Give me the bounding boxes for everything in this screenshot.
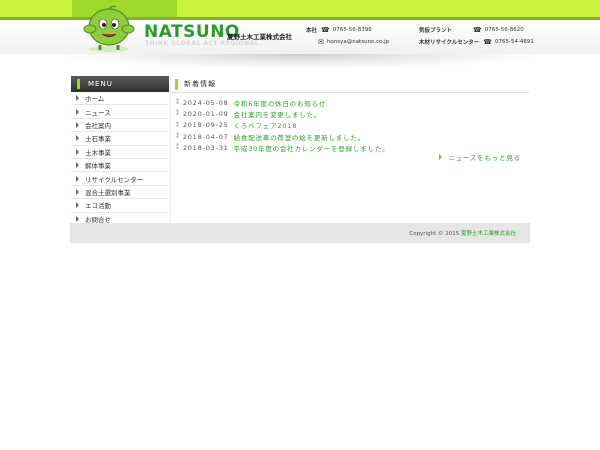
sidebar-item-label: エコ活動 [85, 202, 111, 211]
news-heading-marker [175, 78, 178, 90]
logo-tagline: THINK GLOBAL ACT REGIONAL [145, 40, 260, 47]
mail-icon: ✉ [318, 38, 324, 46]
arrow-right-icon [76, 162, 79, 169]
sidebar-item-recycle-center[interactable]: リサイクルセンター [71, 172, 169, 186]
contact-label: 気仮プラント [419, 28, 453, 34]
sidebar-item-earth-stone[interactable]: 土石事業 [71, 132, 169, 146]
news-item: ⁑ 2024-05-08 令和6年度の休日のお知らせ [171, 97, 529, 108]
news-title-link[interactable]: 平成30年度の会社カレンダーを登録しました。 [234, 143, 390, 153]
arrow-right-icon [76, 202, 79, 209]
footer-copyright: Copyright © 2015 夏野土木工業株式会社 [409, 229, 516, 237]
news-heading-label: 新着情報 [184, 80, 216, 88]
sidebar-item-label: ニュース [85, 108, 111, 117]
sidebar-item-label: 解体事業 [85, 162, 111, 171]
contact-plant: 気仮プラント ☎ 0765-56-8620 [419, 26, 524, 34]
arrow-right-icon [76, 135, 79, 142]
sidebar-item-eco[interactable]: エコ活動 [71, 199, 169, 213]
news-date: 2020-01-09 [182, 109, 229, 118]
sidebar-menu: MENU ホーム ニュース 会社案内 土石事業 土木事業 解体事業 リサイクルセ… [71, 76, 169, 226]
arrow-right-icon [76, 175, 79, 182]
contact-phone: 0765-54-4691 [494, 39, 534, 45]
header-shadow [70, 54, 530, 68]
bullet-icon: ⁑ [176, 144, 180, 152]
more-news-link[interactable]: ニュースをもっと見る [439, 152, 521, 162]
news-title-link[interactable]: 令和6年度の休日のお知らせ [234, 98, 326, 108]
news-date: 2024-05-08 [182, 98, 229, 107]
arrow-right-icon [439, 154, 443, 160]
sidebar-item-label: ホーム [85, 95, 105, 104]
news-title-link[interactable]: くろべフェア2018 [234, 120, 298, 130]
news-title-link[interactable]: 給食配送車の荷室の絵を更新しました。 [234, 132, 365, 142]
arrow-right-icon [76, 95, 79, 102]
news-date: 2018-04-07 [182, 132, 229, 141]
sidebar-item-label: 混合土選別事業 [85, 188, 131, 197]
arrow-right-icon [76, 148, 79, 155]
more-news-label: ニュースをもっと見る [448, 154, 521, 162]
contact-recycle-center: 木材リサイクルセンター ☎ 0765-54-4691 [419, 38, 534, 46]
company-name: 夏野土木工業株式会社 [227, 33, 292, 41]
sidebar-item-label: リサイクルセンター [85, 175, 144, 184]
menu-heading: MENU [71, 76, 169, 92]
sidebar-item-home[interactable]: ホーム [71, 92, 169, 106]
arrow-right-icon [76, 188, 79, 195]
news-list: ⁑ 2024-05-08 令和6年度の休日のお知らせ ⁑ 2020-01-09 会社案内… [171, 97, 529, 153]
menu-heading-marker [77, 79, 80, 89]
phone-icon: ☎ [483, 38, 492, 46]
sidebar-item-demolition[interactable]: 解体事業 [71, 159, 169, 173]
bullet-icon: ⁑ [176, 99, 180, 107]
bullet-icon: ⁑ [176, 133, 180, 141]
contact-label: 本社 [306, 28, 318, 34]
contact-label: 木材リサイクルセンター [419, 40, 480, 46]
sidebar-item-label: 土木事業 [85, 148, 111, 157]
logo-text[interactable]: NATSUNO [144, 22, 240, 42]
contact-email: ✉ honsya@natsuno.co.jp [318, 38, 389, 46]
sidebar-item-company[interactable]: 会社案内 [71, 119, 169, 133]
menu-heading-label: MENU [88, 80, 113, 88]
sidebar-item-label: 土石事業 [85, 135, 111, 144]
sidebar-item-news[interactable]: ニュース [71, 105, 169, 119]
sidebar-item-civil-engineering[interactable]: 土木事業 [71, 146, 169, 159]
arrow-right-icon [76, 121, 79, 128]
phone-icon: ☎ [321, 26, 330, 34]
news-heading: 新着情報 [171, 76, 529, 93]
site-footer: Copyright © 2015 夏野土木工業株式会社 [70, 223, 530, 243]
bullet-icon: ⁑ [176, 121, 180, 129]
mascot-logo-icon[interactable] [78, 5, 140, 53]
footer-company-link[interactable]: 夏野土木工業株式会社 [461, 231, 516, 237]
news-date: 2018-09-25 [182, 121, 229, 130]
arrow-right-icon [76, 108, 79, 115]
sidebar-item-soil-sorting[interactable]: 混合土選別事業 [71, 186, 169, 200]
contact-head-office: 本社 ☎ 0765-56-8396 [306, 26, 372, 34]
news-date: 2018-03-31 [182, 143, 229, 152]
sidebar-item-label: 会社案内 [85, 121, 111, 130]
contact-phone: 0765-56-8396 [332, 27, 372, 33]
news-title-link[interactable]: 会社案内を変更しました。 [234, 109, 322, 119]
copyright-text: Copyright © 2015 [409, 231, 461, 237]
news-item: ⁑ 2018-09-25 くろべフェア2018 [171, 120, 529, 131]
arrow-right-icon [76, 215, 79, 222]
news-section: 新着情報 ⁑ 2024-05-08 令和6年度の休日のお知らせ ⁑ 2020-01-0… [170, 76, 529, 222]
contact-phone: 0765-56-8620 [484, 27, 524, 33]
contact-email-value[interactable]: honsya@natsuno.co.jp [327, 39, 389, 45]
news-item: ⁑ 2018-04-07 給食配送車の荷室の絵を更新しました。 [171, 131, 529, 142]
news-item: ⁑ 2020-01-09 会社案内を変更しました。 [171, 108, 529, 119]
phone-icon: ☎ [473, 26, 482, 34]
bullet-icon: ⁑ [176, 110, 180, 118]
